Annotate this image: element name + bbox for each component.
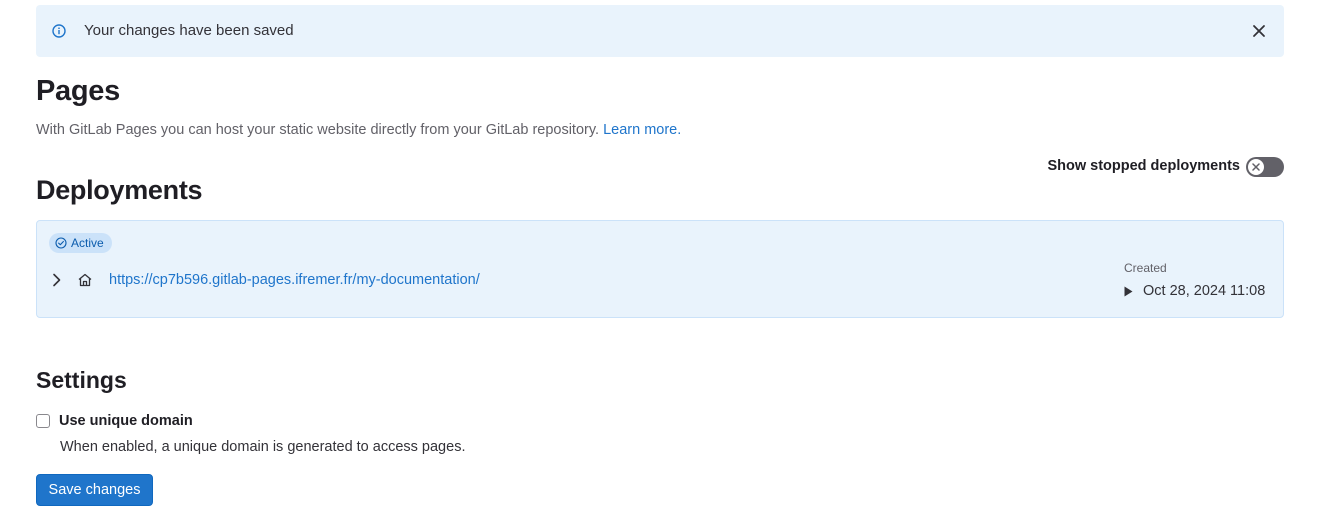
close-icon[interactable] bbox=[1252, 24, 1266, 38]
unique-domain-help: When enabled, a unique domain is generat… bbox=[60, 439, 466, 455]
show-stopped-deployments-toggle[interactable] bbox=[1246, 157, 1284, 177]
learn-more-link[interactable]: Learn more. bbox=[603, 122, 681, 138]
status-badge: Active bbox=[49, 233, 112, 253]
deployments-heading: Deployments bbox=[36, 175, 203, 205]
success-alert: Your changes have been saved bbox=[36, 5, 1284, 57]
page-description: With GitLab Pages you can host your stat… bbox=[36, 122, 681, 138]
description-text: With GitLab Pages you can host your stat… bbox=[36, 122, 600, 138]
created-date-row[interactable]: Oct 28, 2024 11:08 bbox=[1124, 283, 1265, 299]
home-icon bbox=[77, 272, 93, 293]
chevron-right-icon[interactable] bbox=[52, 273, 62, 292]
status-badge-label: Active bbox=[71, 236, 104, 250]
deployment-url-link[interactable]: https://cp7b596.gitlab-pages.ifremer.fr/… bbox=[109, 272, 480, 288]
unique-domain-row: Use unique domain bbox=[36, 413, 193, 429]
unique-domain-checkbox[interactable] bbox=[36, 414, 50, 428]
settings-heading: Settings bbox=[36, 367, 127, 393]
save-changes-button[interactable]: Save changes bbox=[36, 474, 153, 506]
close-icon bbox=[1252, 163, 1260, 171]
created-label: Created bbox=[1124, 261, 1167, 275]
play-icon bbox=[1124, 286, 1133, 296]
page-title: Pages bbox=[36, 75, 120, 107]
created-date: Oct 28, 2024 11:08 bbox=[1143, 283, 1266, 299]
unique-domain-label[interactable]: Use unique domain bbox=[59, 413, 193, 429]
alert-message: Your changes have been saved bbox=[84, 22, 294, 39]
info-icon bbox=[52, 24, 66, 38]
deployment-card: Active https://cp7b596.gitlab-pages.ifre… bbox=[36, 220, 1284, 318]
toggle-knob bbox=[1248, 159, 1264, 175]
toggle-label: Show stopped deployments bbox=[1047, 158, 1240, 174]
check-circle-icon bbox=[55, 237, 67, 249]
